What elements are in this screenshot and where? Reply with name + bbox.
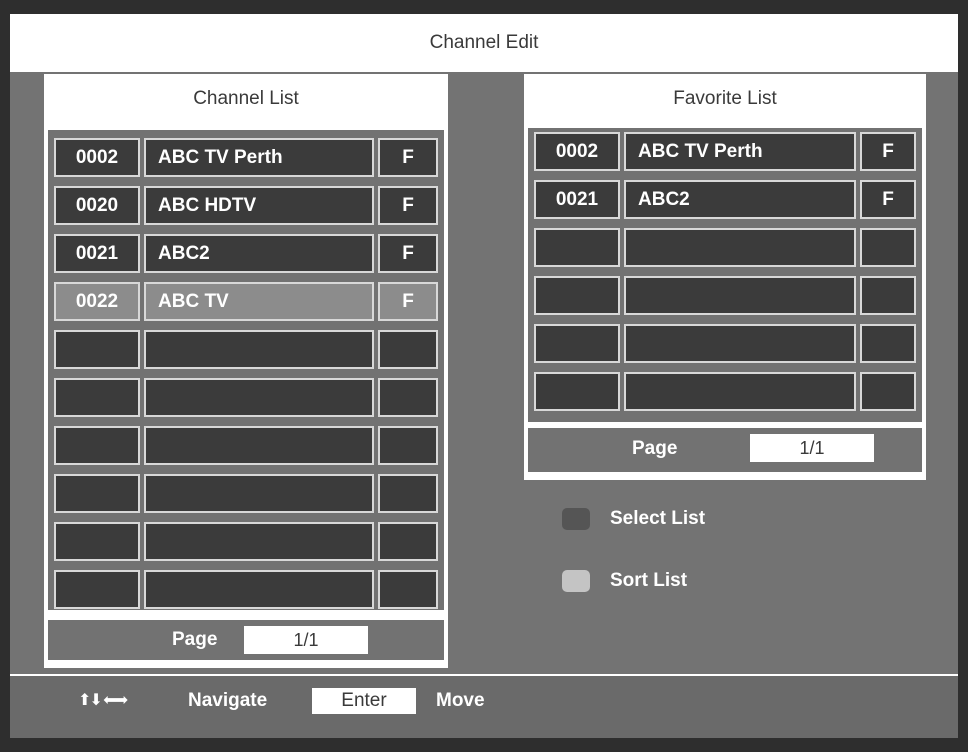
channel-row[interactable] xyxy=(48,474,444,517)
channel-number xyxy=(534,324,620,363)
channel-number xyxy=(54,330,140,369)
favorite-flag xyxy=(378,474,438,513)
channel-name xyxy=(624,276,856,315)
channel-row[interactable]: 0022 ABC TV F xyxy=(48,282,444,325)
channel-list-panel: Channel List 0002 ABC TV Perth F 0020 ABC HD… xyxy=(44,74,448,668)
channel-number: 0002 xyxy=(534,132,620,171)
channel-edit-window: Channel Edit Channel List 0002 ABC TV Per… xyxy=(10,14,958,738)
channel-number xyxy=(534,372,620,411)
favorite-flag xyxy=(860,276,916,315)
channel-number: 0002 xyxy=(54,138,140,177)
channel-name: ABC TV Perth xyxy=(624,132,856,171)
channel-number xyxy=(54,570,140,609)
favorite-flag xyxy=(860,372,916,411)
favorite-flag: F xyxy=(378,234,438,273)
favorite-list-panel: Favorite List 0002 ABC TV Perth F 0021 ABC2 F… xyxy=(524,74,926,480)
favorite-flag: F xyxy=(860,132,916,171)
favorite-flag: F xyxy=(378,282,438,321)
favorite-flag xyxy=(860,324,916,363)
channel-number xyxy=(54,522,140,561)
channel-name xyxy=(144,378,374,417)
favorite-flag xyxy=(860,228,916,267)
select-list-label: Select List xyxy=(610,508,706,529)
channel-name xyxy=(144,426,374,465)
channel-row[interactable] xyxy=(48,570,444,613)
favorite-flag: F xyxy=(860,180,916,219)
channel-number xyxy=(54,378,140,417)
favorite-list-page-value: 1/1 xyxy=(750,434,874,462)
channel-row[interactable] xyxy=(48,426,444,469)
channel-row[interactable]: 0002 ABC TV Perth F xyxy=(48,138,444,181)
dark-gray-key-icon xyxy=(562,508,590,530)
favorite-flag xyxy=(378,330,438,369)
channel-list-page-value: 1/1 xyxy=(244,626,368,654)
channel-row[interactable] xyxy=(48,378,444,421)
favorite-flag xyxy=(378,378,438,417)
title-bar: Channel Edit xyxy=(10,14,958,72)
channel-number xyxy=(534,276,620,315)
tv-screen: Channel Edit Channel List 0002 ABC TV Per… xyxy=(0,0,968,752)
channel-name: ABC2 xyxy=(624,180,856,219)
channel-row[interactable] xyxy=(48,522,444,565)
legend-sort-list[interactable]: Sort List xyxy=(562,570,687,592)
channel-name xyxy=(144,522,374,561)
sort-list-label: Sort List xyxy=(610,570,688,591)
favorite-flag xyxy=(378,522,438,561)
channel-list-body: 0002 ABC TV Perth F 0020 ABC HDTV F 0021 ABC2 F 0… xyxy=(48,130,444,610)
channel-row[interactable] xyxy=(528,228,922,271)
arrow-keys-icon: ⬆⬇ ⬅➡ xyxy=(78,692,128,709)
channel-row[interactable]: 0021 ABC2 F xyxy=(48,234,444,277)
page-title: Channel Edit xyxy=(429,32,539,53)
channel-number: 0020 xyxy=(54,186,140,225)
channel-row[interactable] xyxy=(528,324,922,367)
help-bar: ⬆⬇ ⬅➡ Navigate Enter Move xyxy=(10,674,958,738)
channel-list-page-bar: Page 1/1 xyxy=(48,620,444,660)
navigate-label: Navigate xyxy=(188,690,268,711)
channel-name: ABC2 xyxy=(144,234,374,273)
channel-name xyxy=(624,372,856,411)
channel-number xyxy=(54,426,140,465)
favorite-flag: F xyxy=(378,186,438,225)
channel-number: 0022 xyxy=(54,282,140,321)
favorite-flag: F xyxy=(378,138,438,177)
channel-name xyxy=(624,324,856,363)
favorite-list-page-bar: Page 1/1 xyxy=(528,428,922,472)
channel-name: ABC TV xyxy=(144,282,374,321)
favorite-list-body: 0002 ABC TV Perth F 0021 ABC2 F xyxy=(528,128,922,422)
channel-name xyxy=(144,570,374,609)
channel-list-page-label: Page xyxy=(172,629,218,650)
favorite-flag xyxy=(378,426,438,465)
channel-list-header: Channel List xyxy=(44,74,448,124)
favorite-list-page-label: Page xyxy=(632,438,678,459)
channel-row[interactable] xyxy=(528,372,922,415)
channel-name xyxy=(144,330,374,369)
channel-row[interactable] xyxy=(48,330,444,373)
channel-row[interactable]: 0002 ABC TV Perth F xyxy=(528,132,922,175)
channel-name xyxy=(144,474,374,513)
channel-number xyxy=(54,474,140,513)
favorite-list-title: Favorite List xyxy=(673,88,777,109)
channel-number xyxy=(534,228,620,267)
channel-name xyxy=(624,228,856,267)
favorite-flag xyxy=(378,570,438,609)
channel-name: ABC TV Perth xyxy=(144,138,374,177)
channel-row[interactable]: 0020 ABC HDTV F xyxy=(48,186,444,229)
channel-row[interactable] xyxy=(528,276,922,319)
channel-name: ABC HDTV xyxy=(144,186,374,225)
channel-list-title: Channel List xyxy=(193,88,299,109)
enter-key-badge: Enter xyxy=(312,688,416,714)
channel-row[interactable]: 0021 ABC2 F xyxy=(528,180,922,223)
channel-number: 0021 xyxy=(54,234,140,273)
channel-number: 0021 xyxy=(534,180,620,219)
move-label: Move xyxy=(436,690,485,711)
legend-select-list[interactable]: Select List xyxy=(562,508,705,530)
favorite-list-header: Favorite List xyxy=(524,74,926,124)
light-gray-key-icon xyxy=(562,570,590,592)
